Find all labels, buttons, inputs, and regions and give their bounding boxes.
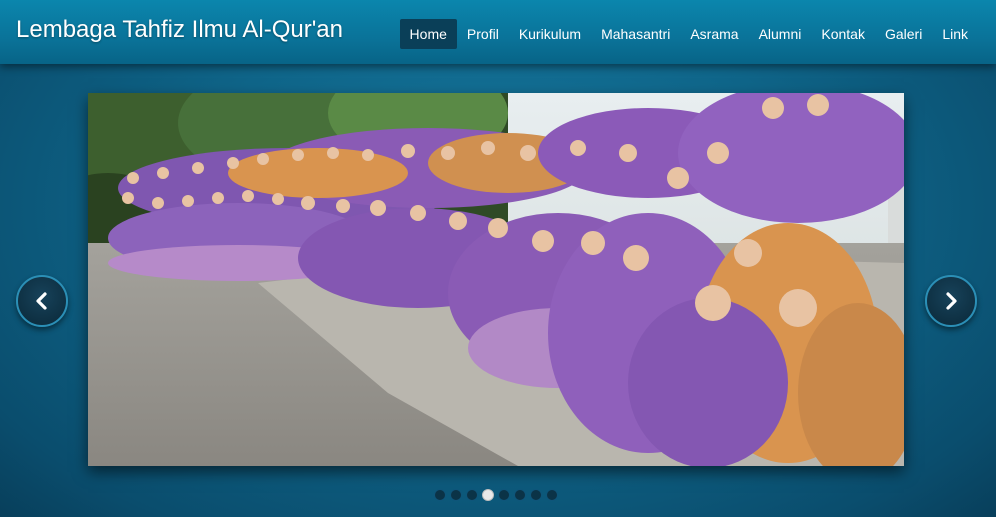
chevron-right-icon xyxy=(946,292,957,310)
group-photo xyxy=(88,93,904,466)
nav-kurikulum[interactable]: Kurikulum xyxy=(509,19,591,49)
slider-dot-1[interactable] xyxy=(434,489,446,501)
nav-asrama[interactable]: Asrama xyxy=(680,19,748,49)
slider-next-button[interactable] xyxy=(925,275,977,327)
nav-alumni[interactable]: Alumni xyxy=(749,19,812,49)
nav-profil[interactable]: Profil xyxy=(457,19,509,49)
slider-pagination xyxy=(434,489,558,501)
site-header: Lembaga Tahfiz Ilmu Al-Qur'an Home Profi… xyxy=(0,0,996,64)
slider-dot-2[interactable] xyxy=(450,489,462,501)
slider-prev-button[interactable] xyxy=(16,275,68,327)
slider-dot-7[interactable] xyxy=(530,489,542,501)
slider-dot-3[interactable] xyxy=(466,489,478,501)
main-nav: Home Profil Kurikulum Mahasantri Asrama … xyxy=(399,19,978,49)
site-title[interactable]: Lembaga Tahfiz Ilmu Al-Qur'an xyxy=(16,16,343,44)
slider-dot-5[interactable] xyxy=(498,489,510,501)
slider-image xyxy=(88,93,904,466)
nav-galeri[interactable]: Galeri xyxy=(875,19,932,49)
nav-mahasantri[interactable]: Mahasantri xyxy=(591,19,680,49)
nav-kontak[interactable]: Kontak xyxy=(811,19,875,49)
nav-link[interactable]: Link xyxy=(932,19,978,49)
slider-dot-8[interactable] xyxy=(546,489,558,501)
slider-dot-6[interactable] xyxy=(514,489,526,501)
nav-home[interactable]: Home xyxy=(399,19,457,49)
chevron-left-icon xyxy=(36,292,47,310)
slider-dot-4[interactable] xyxy=(482,489,494,501)
